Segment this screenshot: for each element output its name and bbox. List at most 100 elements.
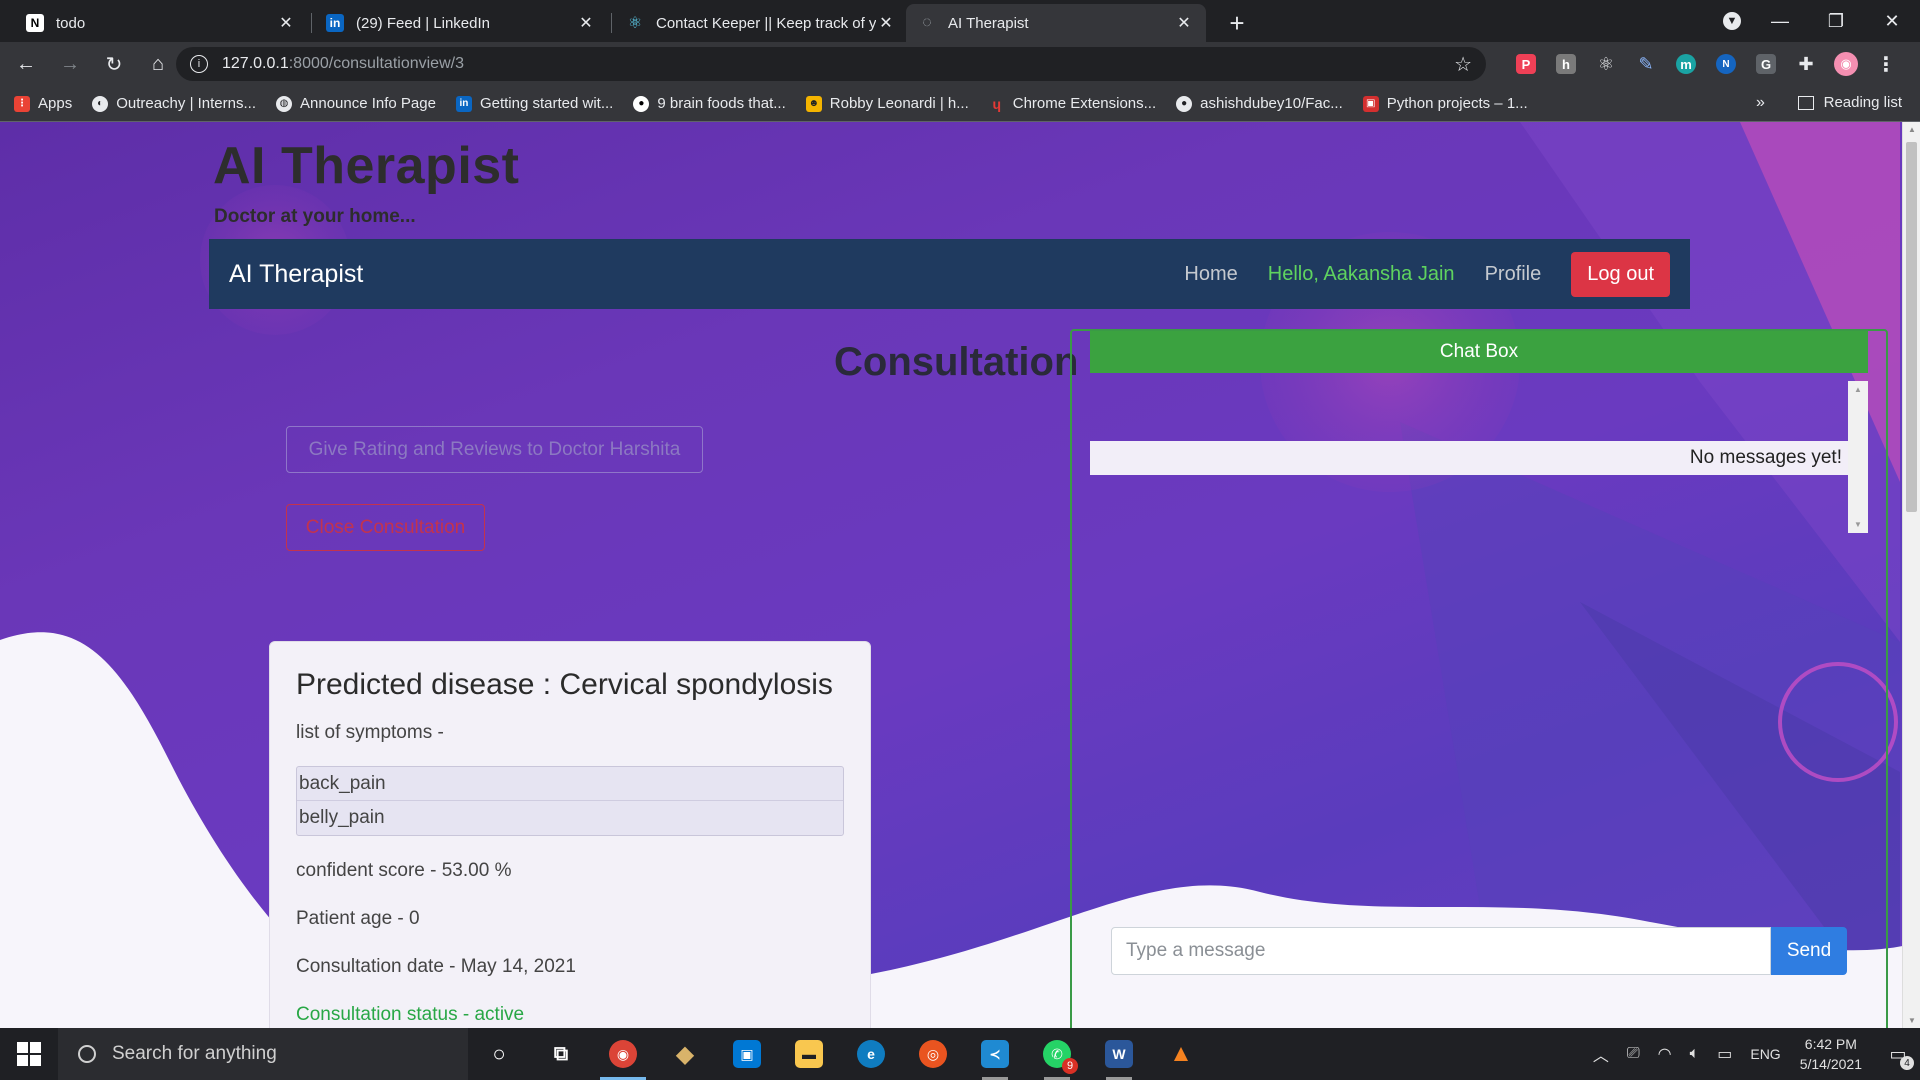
- close-icon[interactable]: ✕: [576, 13, 596, 33]
- clock-time: 6:42 PM: [1804, 1036, 1857, 1052]
- close-icon[interactable]: ✕: [876, 13, 896, 33]
- reading-list-button[interactable]: Reading list: [1797, 94, 1902, 111]
- scroll-down-icon[interactable]: ▼: [1908, 1016, 1916, 1025]
- pen-icon[interactable]: ✎: [1630, 48, 1662, 80]
- navbar-links: Home Hello, Aakansha Jain Profile Log ou…: [1184, 251, 1670, 297]
- meet-now-icon[interactable]: ⎚: [1627, 1045, 1640, 1063]
- clock[interactable]: 6:42 PM 5/14/2021: [1800, 1034, 1862, 1074]
- bookmark-github[interactable]: ● ashishdubey10/Fac...: [1176, 95, 1343, 112]
- url-path: :8000/consultationview/3: [288, 55, 464, 72]
- tab-todo[interactable]: N todo ✕: [14, 4, 308, 42]
- bookmark-brain-foods[interactable]: ● 9 brain foods that...: [633, 95, 786, 112]
- tab-search-button[interactable]: ▼: [1712, 0, 1752, 42]
- chat-header: Chat Box: [1090, 331, 1868, 373]
- confidence-score: confident score - 53.00 %: [296, 860, 512, 881]
- message-input[interactable]: [1111, 927, 1771, 975]
- ubuntu-icon[interactable]: ◎: [902, 1028, 964, 1080]
- scrollbar-thumb[interactable]: [1906, 142, 1917, 512]
- chat-box: Chat Box No messages yet! ▲ ▼ Send: [1070, 329, 1888, 1028]
- chat-scrollbar[interactable]: ▲ ▼: [1848, 381, 1868, 533]
- give-rating-button[interactable]: Give Rating and Reviews to Doctor Harshi…: [286, 426, 703, 473]
- outreachy-icon: ◐: [92, 95, 109, 112]
- consultation-date: Consultation date - May 14, 2021: [296, 956, 576, 977]
- close-window-button[interactable]: ✕: [1864, 0, 1920, 42]
- site-info-icon[interactable]: i: [190, 55, 208, 73]
- new-tab-button[interactable]: +: [1222, 8, 1252, 38]
- main-navbar: AI Therapist Home Hello, Aakansha Jain P…: [209, 239, 1690, 309]
- globe-icon: ◌: [922, 14, 932, 31]
- profile-avatar-icon[interactable]: ◉: [1830, 48, 1862, 80]
- chevron-down-icon: ▼: [1723, 12, 1741, 30]
- navbar-brand[interactable]: AI Therapist: [229, 260, 363, 289]
- scroll-up-icon[interactable]: ▲: [1854, 385, 1862, 394]
- patient-age: Patient age - 0: [296, 908, 420, 929]
- show-hidden-icons-icon[interactable]: ︿: [1593, 1042, 1609, 1066]
- minimize-button[interactable]: —: [1752, 0, 1808, 42]
- battery-icon[interactable]: ▭: [1717, 1044, 1732, 1064]
- tab-ai-therapist[interactable]: ◌ AI Therapist ✕: [906, 4, 1206, 42]
- logout-button[interactable]: Log out: [1571, 251, 1670, 297]
- page-scrollbar[interactable]: ▲ ▼: [1902, 122, 1920, 1028]
- g-extension-icon[interactable]: G: [1750, 48, 1782, 80]
- taskbar-search[interactable]: Search for anything: [58, 1028, 468, 1080]
- start-button[interactable]: [0, 1028, 58, 1080]
- chrome-icon[interactable]: ◉: [592, 1028, 654, 1080]
- reload-button[interactable]: ↻: [96, 46, 132, 82]
- vlc-icon[interactable]: ▲: [1150, 1028, 1212, 1080]
- tab-linkedin[interactable]: in (29) Feed | LinkedIn ✕: [314, 4, 608, 42]
- address-bar[interactable]: i 127.0.0.1:8000/consultationview/3 ☆: [176, 47, 1486, 81]
- scroll-up-icon[interactable]: ▲: [1908, 125, 1916, 134]
- send-button[interactable]: Send: [1771, 927, 1847, 975]
- back-button[interactable]: ←: [8, 46, 44, 82]
- whatsapp-icon[interactable]: ✆ 9: [1026, 1028, 1088, 1080]
- clock-date: 5/14/2021: [1799, 1056, 1862, 1072]
- file-explorer-icon[interactable]: ▬: [778, 1028, 840, 1080]
- word-icon[interactable]: W: [1088, 1028, 1150, 1080]
- vscode-icon[interactable]: ≺: [964, 1028, 1026, 1080]
- bookmark-chrome-extensions[interactable]: ɥ Chrome Extensions...: [989, 95, 1156, 112]
- close-icon[interactable]: ✕: [1174, 13, 1194, 33]
- pocket-icon[interactable]: P: [1510, 48, 1542, 80]
- react-devtools-icon[interactable]: ⚛: [1590, 48, 1622, 80]
- home-button[interactable]: ⌂: [140, 46, 176, 82]
- hypothesis-icon[interactable]: h: [1550, 48, 1582, 80]
- m-extension-icon[interactable]: m: [1670, 48, 1702, 80]
- bookmark-label: ashishdubey10/Fac...: [1200, 95, 1343, 112]
- bookmark-label: Robby Leonardi | h...: [829, 95, 969, 112]
- store-icon[interactable]: ▣: [716, 1028, 778, 1080]
- wifi-icon[interactable]: ◠: [1658, 1044, 1672, 1064]
- edge-icon[interactable]: e: [840, 1028, 902, 1080]
- cortana-icon[interactable]: ○: [468, 1028, 530, 1080]
- volume-icon[interactable]: 🔈︎: [1690, 1045, 1700, 1063]
- chat-messages[interactable]: No messages yet! ▲ ▼: [1090, 381, 1868, 533]
- bookmark-python-projects[interactable]: ▣ Python projects – 1...: [1362, 95, 1528, 112]
- git-icon[interactable]: ◆: [654, 1028, 716, 1080]
- bookmark-outreachy[interactable]: ◐ Outreachy | Interns...: [92, 95, 256, 112]
- nav-profile-link[interactable]: Profile: [1485, 263, 1542, 286]
- nav-home-link[interactable]: Home: [1184, 263, 1237, 286]
- list-item: belly_pain: [299, 807, 385, 828]
- bookmark-announce[interactable]: ◍ Announce Info Page: [276, 95, 436, 112]
- scroll-down-icon[interactable]: ▼: [1854, 520, 1862, 529]
- bookmarks-overflow-button[interactable]: »: [1756, 94, 1765, 112]
- extensions-bar: P h ⚛ ✎ m N G ✚ ◉ ⋮: [1510, 48, 1910, 80]
- arrow-right-icon: →: [60, 52, 80, 75]
- bookmark-apps[interactable]: ⋮ Apps: [14, 95, 72, 112]
- bookmark-star-icon[interactable]: ☆: [1454, 52, 1472, 77]
- system-tray: ︿ ⎚ ◠ 🔈︎ ▭ ENG 6:42 PM 5/14/2021 ▭ 4: [1584, 1028, 1920, 1080]
- notification-center-button[interactable]: ▭ 4: [1876, 1028, 1920, 1080]
- menu-dots-icon[interactable]: ⋮: [1870, 48, 1902, 80]
- language-indicator[interactable]: ENG: [1750, 1046, 1780, 1062]
- puzzle-icon[interactable]: ✚: [1790, 48, 1822, 80]
- bookmark-getting-started[interactable]: in Getting started wit...: [455, 95, 613, 112]
- tab-contact-keeper[interactable]: ⚛ Contact Keeper || Keep track of yo ✕: [614, 4, 908, 42]
- new-extension-icon[interactable]: N: [1710, 48, 1742, 80]
- restore-button[interactable]: ❐: [1808, 0, 1864, 42]
- tab-title: AI Therapist: [948, 14, 1029, 32]
- react-icon: ⚛: [627, 15, 643, 32]
- close-consultation-button[interactable]: Close Consultation: [286, 504, 485, 551]
- close-icon[interactable]: ✕: [276, 13, 296, 33]
- forward-button[interactable]: →: [52, 46, 88, 82]
- task-view-icon[interactable]: ⧉: [530, 1028, 592, 1080]
- bookmark-robby[interactable]: ☻ Robby Leonardi | h...: [805, 95, 969, 112]
